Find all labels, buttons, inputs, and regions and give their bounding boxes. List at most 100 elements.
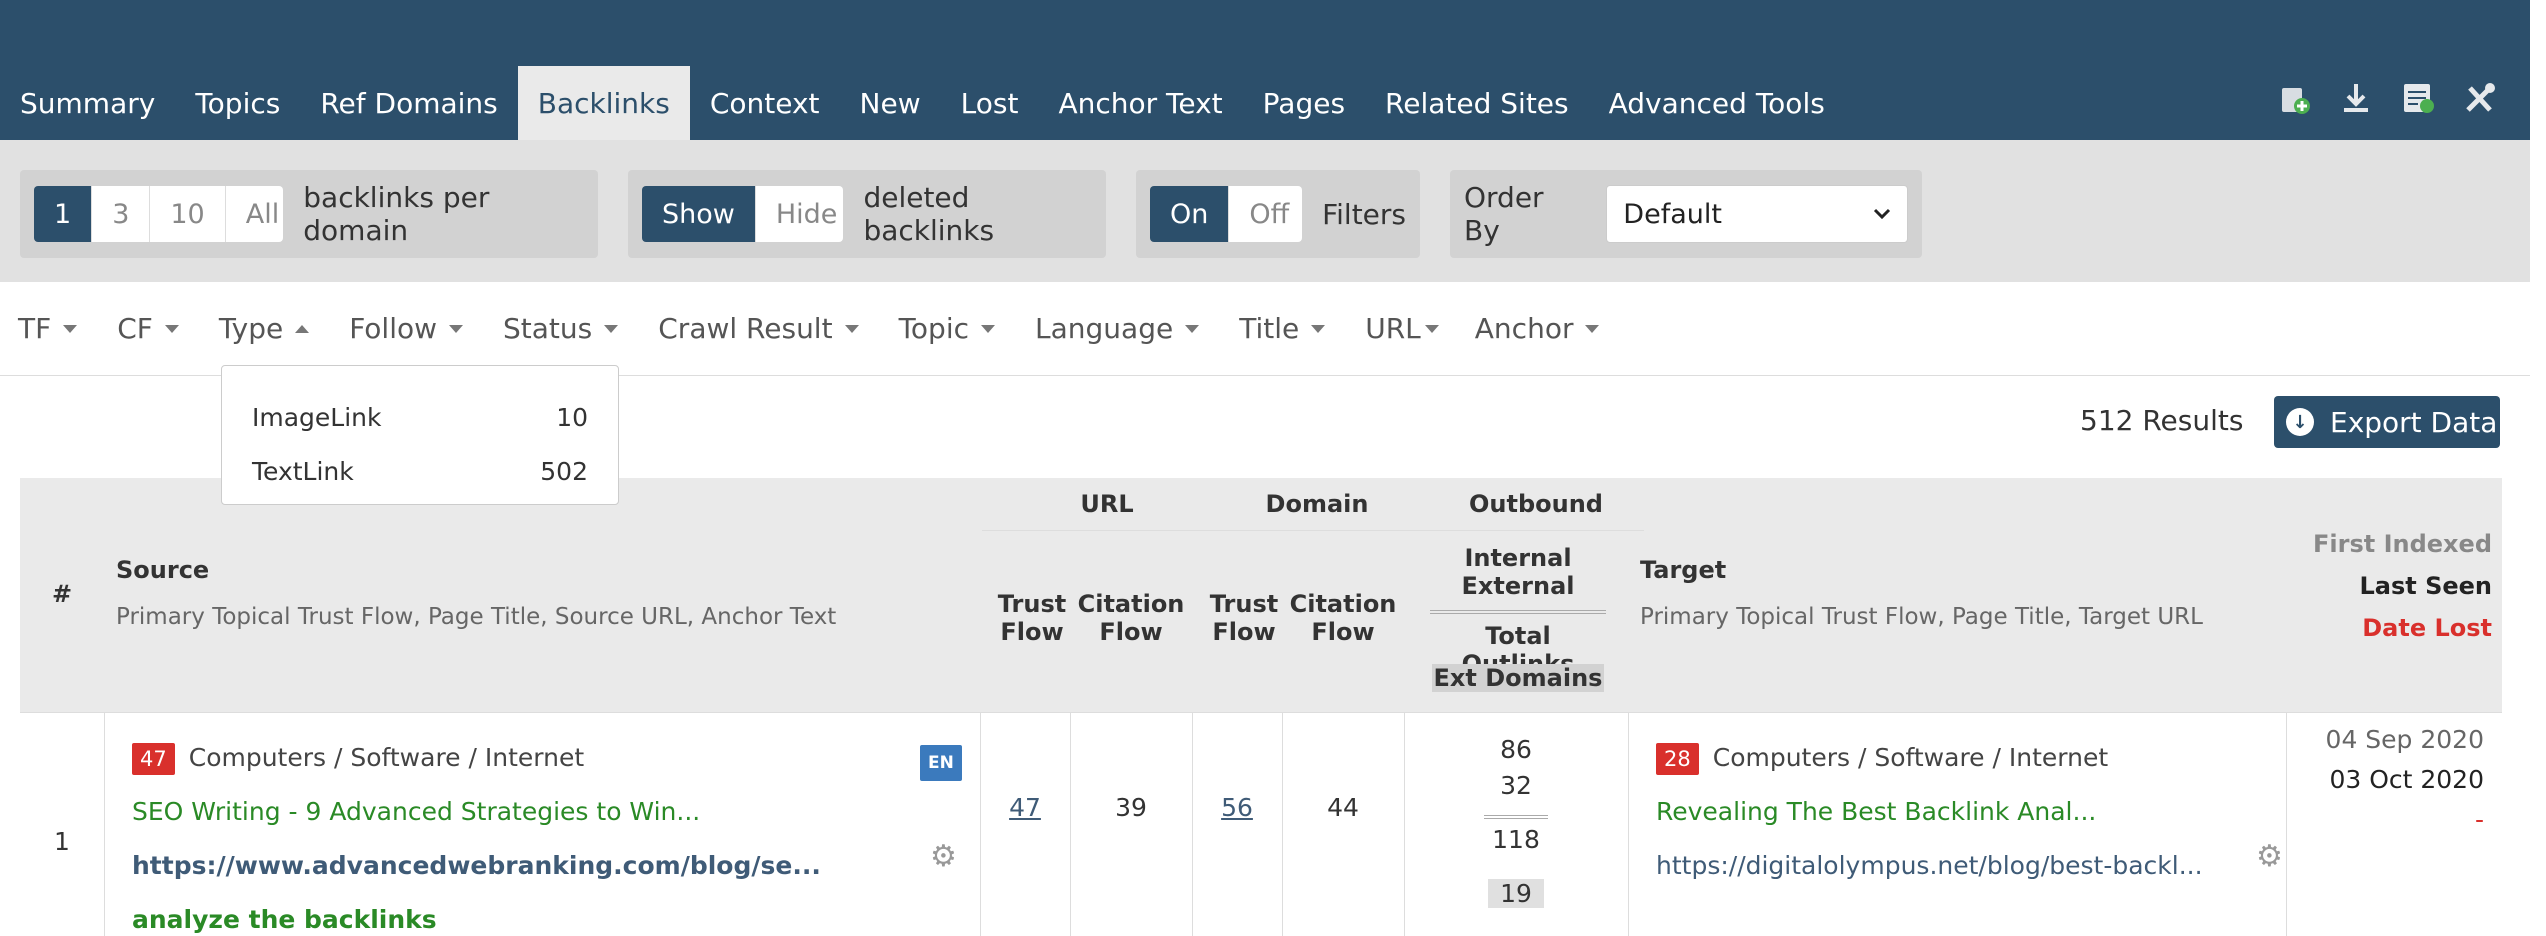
dropdown-item-imagelink[interactable]: ImageLink 10: [252, 390, 588, 444]
cell-divider: [1070, 713, 1071, 936]
filter-anchor[interactable]: Anchor: [1475, 312, 1600, 345]
filter-status[interactable]: Status: [503, 312, 619, 345]
target-page-title[interactable]: Revealing The Best Backlink Anal...: [1656, 797, 2096, 826]
deleted-segmented-control: Show Hide: [642, 186, 844, 242]
target-url-link[interactable]: https://digitalolympus.net/blog/best-bac…: [1656, 851, 2203, 880]
total-outlinks-count: 118: [1492, 825, 1540, 854]
caret-down-icon: [981, 324, 996, 333]
caret-down-icon: [604, 324, 619, 333]
per-domain-10-button[interactable]: 10: [150, 186, 226, 242]
filter-follow[interactable]: Follow: [349, 312, 464, 345]
source-page-title[interactable]: SEO Writing - 9 Advanced Strategies to W…: [132, 797, 700, 826]
ext-domains-count: 19: [1488, 879, 1544, 908]
filter-topic[interactable]: Topic: [899, 312, 996, 345]
tab-backlinks[interactable]: Backlinks: [517, 66, 690, 140]
order-by-label: Order By: [1464, 181, 1544, 247]
source-settings-gear-icon[interactable]: ⚙: [930, 839, 957, 874]
per-domain-label: backlinks per domain: [303, 181, 490, 247]
hide-deleted-button[interactable]: Hide: [755, 186, 844, 242]
filters-toggle-group: On Off Filters: [1136, 170, 1420, 258]
tab-ref-domains[interactable]: Ref Domains: [300, 66, 517, 140]
target-topical-tf-badge: 28: [1656, 743, 1699, 775]
filter-language[interactable]: Language: [1035, 312, 1200, 345]
tools-icon[interactable]: [2460, 78, 2500, 118]
download-circle-icon: ↓: [2286, 408, 2314, 436]
order-by-select[interactable]: Default: [1606, 185, 1908, 243]
type-filter-dropdown: ImageLink 10 TextLink 502: [221, 365, 619, 505]
export-data-button[interactable]: ↓ Export Data: [2274, 396, 2500, 448]
target-topic-line: 28 Computers / Software / Internet: [1656, 743, 2108, 775]
header-domain-group: Domain: [1265, 490, 1369, 518]
header-ext-domains[interactable]: Ext Domains: [1432, 664, 1604, 692]
filters-off-button[interactable]: Off: [1229, 186, 1303, 242]
filter-type[interactable]: Type: [219, 312, 310, 345]
tab-summary[interactable]: Summary: [0, 66, 175, 140]
header-external[interactable]: External: [1430, 572, 1606, 600]
download-icon[interactable]: [2336, 78, 2376, 118]
language-badge: EN: [920, 745, 962, 781]
header-domain-citation-flow[interactable]: Citation Flow: [1288, 590, 1398, 646]
header-source[interactable]: Source: [116, 556, 209, 584]
table-row: 1 47 Computers / Software / Internet EN S…: [20, 712, 2502, 936]
tab-advanced-tools[interactable]: Advanced Tools: [1589, 66, 1845, 140]
per-domain-3-button[interactable]: 3: [92, 186, 151, 242]
anchor-text: analyze the backlinks: [132, 905, 437, 934]
tab-related-sites[interactable]: Related Sites: [1365, 66, 1589, 140]
caret-up-icon: [295, 324, 310, 333]
cell-divider: [1282, 713, 1283, 936]
tab-new[interactable]: New: [840, 66, 941, 140]
tab-bar: Summary Topics Ref Domains Backlinks Con…: [0, 66, 1845, 140]
filter-cf[interactable]: CF: [117, 312, 179, 345]
caret-down-icon: [1311, 324, 1326, 333]
tab-anchor-text[interactable]: Anchor Text: [1038, 66, 1242, 140]
caret-down-icon: [1424, 324, 1439, 333]
source-topic-line: 47 Computers / Software / Internet: [132, 743, 584, 775]
source-url-link[interactable]: https://www.advancedwebranking.com/blog/…: [132, 851, 821, 880]
cell-divider: [1192, 713, 1193, 936]
cell-divider: [980, 713, 981, 936]
cell-divider: [1628, 713, 1629, 936]
external-links-count: 32: [1500, 771, 1532, 800]
domain-trust-flow-link[interactable]: 56: [1192, 793, 1282, 822]
tab-pages[interactable]: Pages: [1243, 66, 1365, 140]
filter-crawl-result[interactable]: Crawl Result: [658, 312, 859, 345]
header-first-indexed[interactable]: First Indexed: [2313, 530, 2492, 558]
internal-links-count: 86: [1500, 735, 1532, 764]
caret-down-icon: [1585, 324, 1600, 333]
per-domain-all-button[interactable]: All: [225, 186, 284, 242]
filter-tf[interactable]: TF: [18, 312, 78, 345]
show-deleted-button[interactable]: Show: [642, 186, 756, 242]
report-icon[interactable]: [2398, 78, 2438, 118]
header-domain-trust-flow[interactable]: Trust Flow: [1196, 590, 1292, 646]
header-target-subtitle: Primary Topical Trust Flow, Page Title, …: [1640, 604, 2203, 630]
per-domain-1-button[interactable]: 1: [34, 186, 93, 242]
caret-down-icon: [1185, 324, 1200, 333]
source-topic: Computers / Software / Internet: [188, 743, 585, 772]
url-citation-flow: 39: [1115, 793, 1147, 822]
tab-topics[interactable]: Topics: [175, 66, 300, 140]
table-header: # Source Primary Topical Trust Flow, Pag…: [20, 478, 2502, 712]
target-settings-gear-icon[interactable]: ⚙: [2256, 839, 2283, 874]
filter-title[interactable]: Title: [1239, 312, 1326, 345]
header-last-seen[interactable]: Last Seen: [2359, 572, 2492, 600]
header-url-citation-flow[interactable]: Citation Flow: [1076, 590, 1186, 646]
url-trust-flow-link[interactable]: 47: [980, 793, 1070, 822]
tab-context[interactable]: Context: [690, 66, 840, 140]
header-internal[interactable]: Internal: [1430, 544, 1606, 572]
dropdown-item-textlink[interactable]: TextLink 502: [252, 444, 588, 498]
cell-divider: [2286, 713, 2287, 936]
header-date-lost[interactable]: Date Lost: [2362, 614, 2492, 642]
export-data-label: Export Data: [2330, 405, 2498, 439]
header-url-trust-flow[interactable]: Trust Flow: [984, 590, 1080, 646]
header-source-subtitle: Primary Topical Trust Flow, Page Title, …: [116, 604, 837, 630]
deleted-backlinks-group: Show Hide deleted backlinks: [628, 170, 1106, 258]
filters-label: Filters: [1322, 197, 1406, 231]
chevron-down-icon: [1873, 208, 1891, 220]
caret-down-icon: [449, 324, 464, 333]
filters-on-button[interactable]: On: [1150, 186, 1230, 242]
tab-lost[interactable]: Lost: [941, 66, 1039, 140]
add-to-bucket-icon[interactable]: [2274, 78, 2314, 118]
header-target[interactable]: Target: [1640, 556, 1726, 584]
filters-segmented-control: On Off: [1150, 186, 1303, 242]
filter-url[interactable]: URL: [1365, 312, 1439, 345]
